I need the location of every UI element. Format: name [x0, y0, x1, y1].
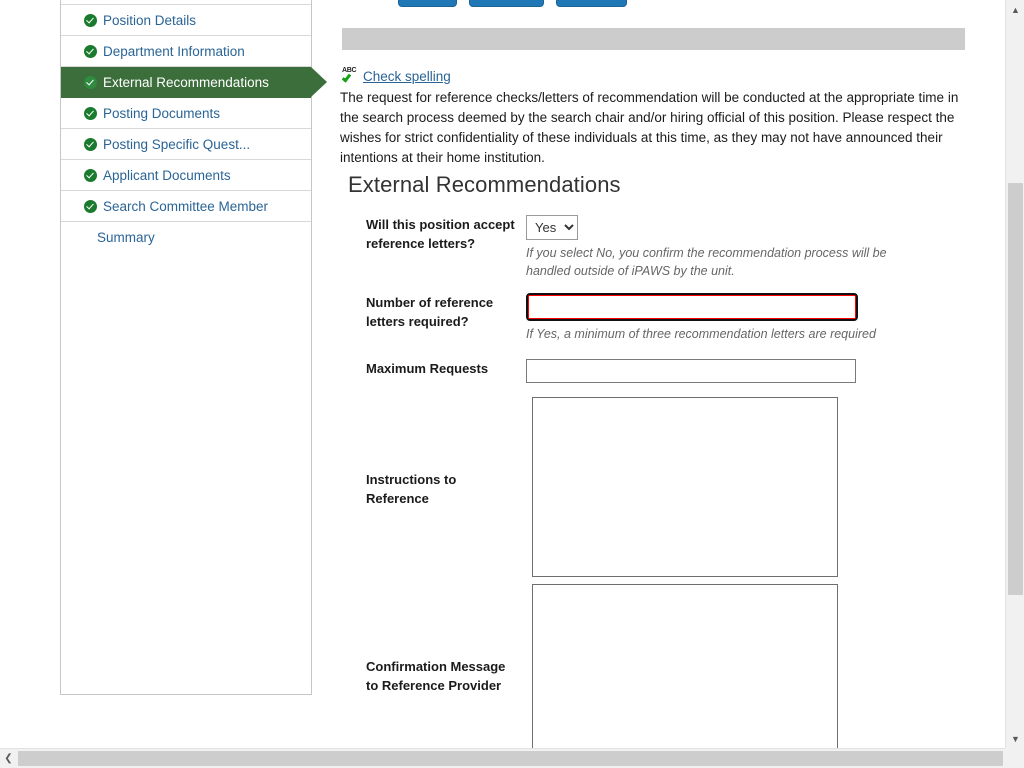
check-circle-icon: [84, 107, 97, 120]
field-row-maximum-requests: Maximum Requests: [366, 359, 856, 383]
check-spelling-row: ABC Check spelling: [342, 68, 451, 84]
field-row-instructions-to-reference: Instructions to Reference: [366, 398, 838, 580]
sidebar-item-label: Posting Documents: [103, 106, 220, 121]
sidebar-item-position-details[interactable]: Position Details: [61, 5, 311, 36]
horizontal-scrollbar[interactable]: ❮ ❯: [0, 748, 1024, 768]
sidebar-item-applicant-documents[interactable]: Applicant Documents: [61, 160, 311, 191]
horizontal-scrollbar-thumb[interactable]: [18, 751, 1003, 766]
page-title: External Recommendations: [348, 172, 621, 198]
intro-paragraph: The request for reference checks/letters…: [340, 88, 965, 168]
check-circle-icon: [84, 169, 97, 182]
sidebar-item-label: Position Details: [103, 13, 196, 28]
sidebar-item-label: Department Information: [103, 44, 245, 59]
sidebar-item-label: Posting Specific Quest...: [103, 137, 250, 152]
posting-progress-sidebar: Posting Details Position Details Departm…: [60, 0, 312, 695]
chevron-down-icon[interactable]: ▼: [1006, 729, 1024, 748]
sidebar-item-label: External Recommendations: [103, 75, 269, 90]
field-row-accept-letters: Will this position accept reference lett…: [366, 215, 926, 280]
sidebar-item-department-information[interactable]: Department Information: [61, 36, 311, 67]
form-action-buttons: Save Next >> Return: [398, 0, 627, 7]
field-control-number-required: If Yes, a minimum of three recommendatio…: [526, 293, 926, 343]
confirmation-message-textarea[interactable]: [532, 584, 838, 749]
sidebar-item-posting-specific-questions[interactable]: Posting Specific Quest...: [61, 129, 311, 160]
field-control-instructions-to-reference: [532, 397, 838, 582]
abc-checkmark-icon: ABC: [342, 68, 358, 84]
check-circle-icon: [84, 138, 97, 151]
field-help-accept-letters: If you select No, you confirm the recomm…: [526, 244, 926, 280]
page-root: Posting Details Position Details Departm…: [0, 0, 1024, 768]
field-control-accept-letters: Yes No If you select No, you confirm the…: [526, 215, 926, 280]
browser-viewport: Posting Details Position Details Departm…: [0, 0, 1005, 748]
sidebar-item-label: Summary: [97, 230, 155, 245]
check-circle-icon: [84, 76, 97, 89]
return-button[interactable]: Return: [556, 0, 626, 7]
field-control-maximum-requests: [526, 359, 856, 383]
field-label-confirmation-message: Confirmation Message to Reference Provid…: [366, 657, 526, 695]
field-row-number-required: Number of reference letters required? If…: [366, 293, 926, 343]
field-label-maximum-requests: Maximum Requests: [366, 359, 526, 383]
vertical-scrollbar[interactable]: ▲ ▼: [1005, 0, 1024, 748]
chevron-left-icon[interactable]: ❮: [0, 749, 17, 768]
instructions-to-reference-textarea[interactable]: [532, 397, 838, 577]
gray-separator-bar: [342, 28, 965, 50]
sidebar-item-label: Search Committee Member: [103, 199, 268, 214]
sidebar-item-external-recommendations[interactable]: External Recommendations: [61, 67, 311, 98]
number-of-reference-letters-input[interactable]: [526, 293, 858, 321]
accept-reference-letters-select[interactable]: Yes No: [526, 215, 578, 240]
field-row-confirmation-message: Confirmation Message to Reference Provid…: [366, 596, 838, 748]
field-help-number-required: If Yes, a minimum of three recommendatio…: [526, 325, 926, 343]
check-circle-icon: [84, 200, 97, 213]
field-label-number-required: Number of reference letters required?: [366, 293, 526, 343]
sidebar-item-search-committee-member[interactable]: Search Committee Member: [61, 191, 311, 222]
check-circle-icon: [84, 14, 97, 27]
vertical-scrollbar-thumb[interactable]: [1008, 183, 1023, 595]
sidebar-item-summary[interactable]: Summary: [61, 222, 311, 253]
field-label-accept-letters: Will this position accept reference lett…: [366, 215, 526, 280]
field-control-confirmation-message: [532, 584, 838, 749]
scrollbar-corner: [1005, 748, 1024, 768]
check-spelling-link[interactable]: Check spelling: [363, 69, 451, 84]
next-button[interactable]: Next >>: [469, 0, 544, 7]
check-circle-icon: [84, 45, 97, 58]
sidebar-item-label: Applicant Documents: [103, 168, 231, 183]
sidebar-item-posting-documents[interactable]: Posting Documents: [61, 98, 311, 129]
field-label-instructions-to-reference: Instructions to Reference: [366, 470, 526, 508]
maximum-requests-input[interactable]: [526, 359, 856, 383]
chevron-up-icon[interactable]: ▲: [1006, 0, 1024, 19]
save-button[interactable]: Save: [398, 0, 457, 7]
